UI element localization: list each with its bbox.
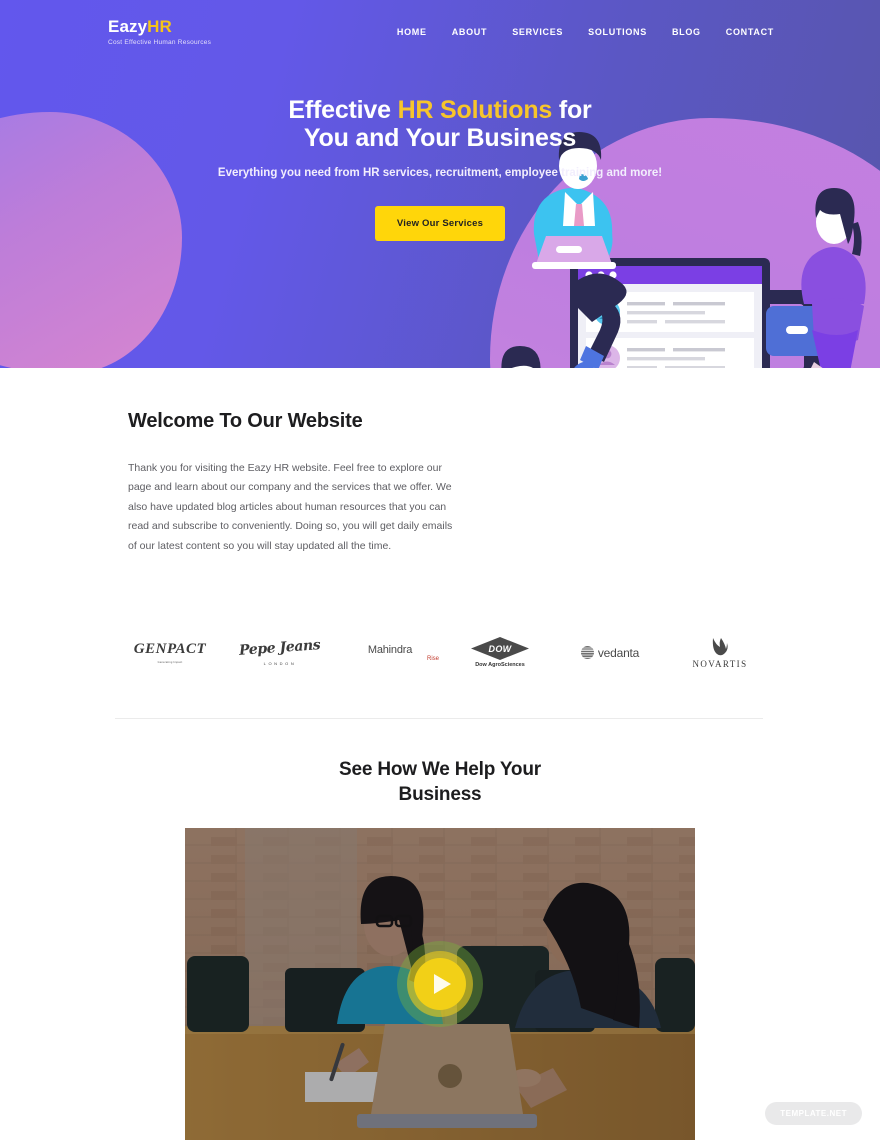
hero-subtitle: Everything you need from HR services, re…	[217, 167, 663, 179]
hero-title-part2: for	[552, 96, 592, 124]
vedanta-mark-icon	[580, 646, 594, 659]
client-logo-novartis-name: NOVARTIS	[692, 658, 748, 669]
hero-content: Effective HR Solutions for You and Your …	[0, 96, 880, 241]
help-title-line1: See How We Help Your	[339, 759, 541, 780]
site-header: EazyHR Cost Effective Human Resources HO…	[0, 0, 880, 64]
nav-item-solutions[interactable]: SOLUTIONS	[588, 27, 647, 37]
client-logo-pepe-jeans-name: Pepe Jeans	[238, 636, 322, 659]
client-logos-row: GENPACT Generating Impact Pepe Jeans LON…	[115, 625, 775, 680]
play-triangle-icon	[434, 974, 451, 994]
logo-text-accent: HR	[147, 17, 172, 37]
client-logo-genpact: GENPACT Generating Impact	[115, 641, 225, 664]
hero-title: Effective HR Solutions for You and Your …	[0, 96, 880, 152]
nav-item-blog[interactable]: BLOG	[672, 27, 701, 37]
nav-item-home[interactable]: HOME	[397, 27, 427, 37]
logo-text-primary: Eazy	[108, 17, 148, 37]
video-player[interactable]	[185, 828, 695, 1140]
client-logo-mahindra: Mahindra Rise	[335, 644, 445, 662]
view-our-services-button[interactable]: View Our Services	[374, 205, 506, 241]
nav-item-services[interactable]: SERVICES	[512, 27, 563, 37]
hero-title-part1: Effective	[288, 96, 398, 124]
watermark-bold: TEMPLATE	[780, 1109, 827, 1118]
client-logo-novartis: NOVARTIS	[665, 637, 775, 669]
welcome-body-text: Thank you for visiting the Eazy HR websi…	[128, 462, 453, 552]
client-logo-genpact-name: GENPACT	[133, 641, 207, 657]
client-logo-genpact-tagline: Generating Impact	[157, 661, 183, 664]
section-divider	[115, 718, 763, 719]
novartis-flame-icon	[712, 637, 728, 655]
welcome-title: Welcome To Our Website	[128, 410, 363, 432]
site-logo[interactable]: EazyHR Cost Effective Human Resources	[108, 17, 212, 46]
play-button[interactable]	[397, 941, 483, 1027]
client-logo-dow-tagline: Dow AgroSciences	[475, 662, 525, 668]
play-button-core	[414, 958, 466, 1010]
client-logo-dow-name: DOW	[471, 637, 529, 660]
client-logo-pepe-jeans-tagline: LONDON	[263, 660, 297, 666]
help-section-title: See How We Help Your Business	[0, 758, 880, 807]
watermark-light: .NET	[826, 1109, 847, 1118]
welcome-section: Welcome To Our Website Thank you for vis…	[0, 368, 880, 556]
logo-text: EazyHR	[108, 17, 211, 37]
template-watermark: TEMPLATE.NET	[765, 1102, 862, 1125]
client-logo-pepe-jeans: Pepe Jeans LONDON	[225, 636, 335, 666]
nav-item-contact[interactable]: CONTACT	[726, 27, 774, 37]
client-logo-vedanta-name: vedanta	[597, 645, 640, 660]
nav-item-about[interactable]: ABOUT	[452, 27, 488, 37]
client-logo-mahindra-name: Mahindra	[367, 643, 413, 656]
play-button-ring	[407, 951, 473, 1017]
main-navigation: HOME ABOUT SERVICES SOLUTIONS BLOG CONTA…	[397, 27, 774, 37]
help-title-line2: Business	[398, 783, 482, 805]
client-logo-mahindra-tagline: Rise	[426, 655, 439, 662]
client-logo-vedanta: vedanta	[555, 646, 665, 660]
hero-title-accent: HR Solutions	[397, 96, 553, 124]
client-logo-dow: DOW Dow AgroSciences	[445, 637, 555, 668]
logo-tagline: Cost Effective Human Resources	[108, 38, 212, 46]
hero-title-line2: You and Your Business	[303, 124, 577, 152]
hero-section: EazyHR Cost Effective Human Resources HO…	[0, 0, 880, 368]
